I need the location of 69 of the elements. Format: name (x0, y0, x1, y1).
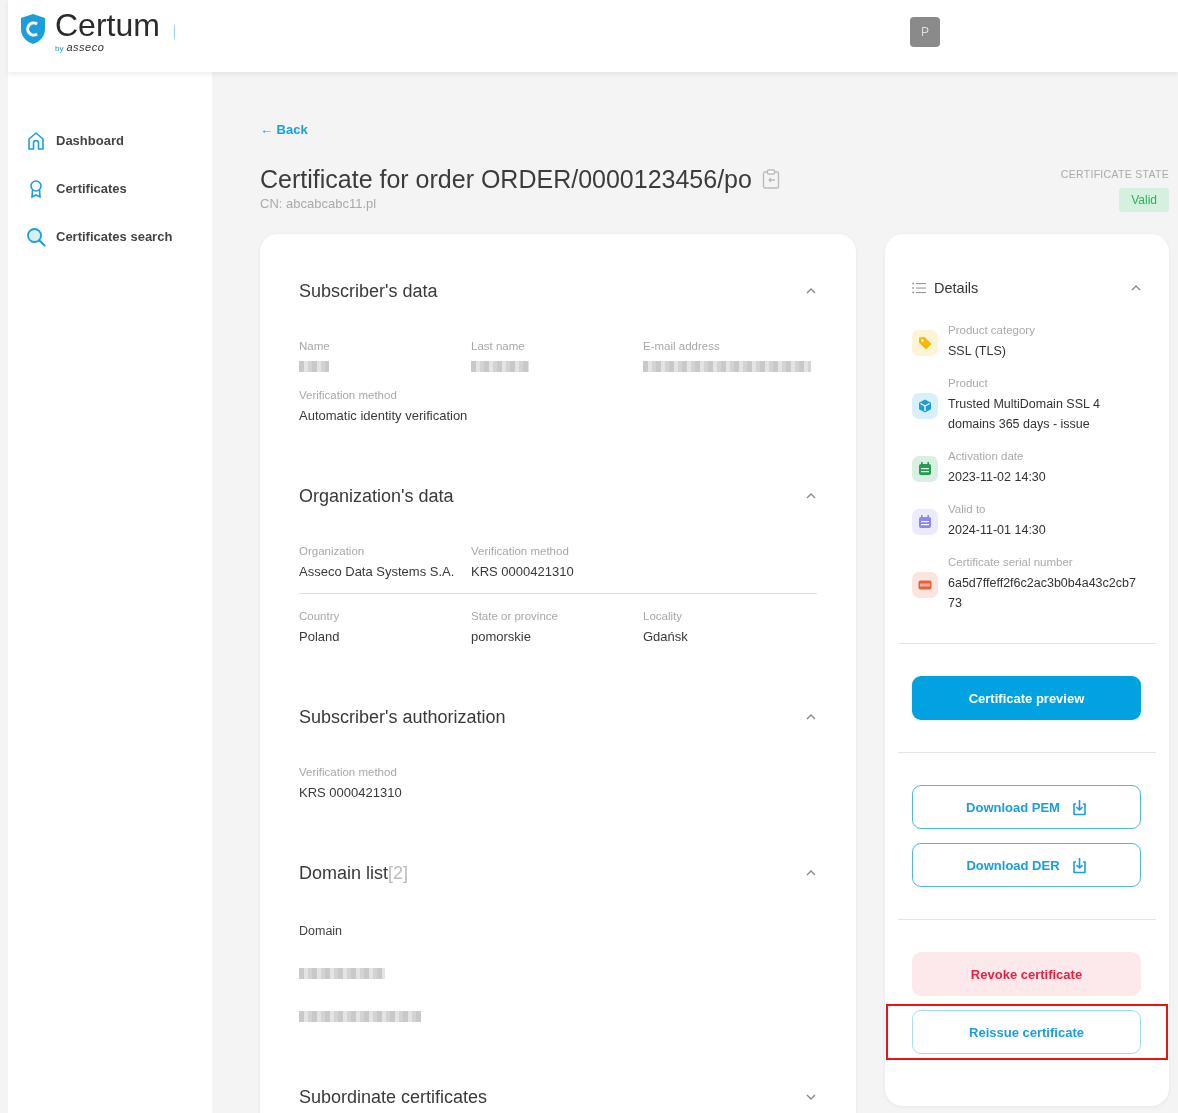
sidebar-item[interactable]: Certificates (8, 178, 212, 200)
page-title: Certificate for order ORDER/0000123456/po (260, 164, 752, 194)
chevron-icon[interactable] (805, 287, 817, 295)
field-label: Country (299, 610, 341, 622)
field-label: Name (299, 340, 331, 352)
chevron-icon[interactable] (805, 492, 817, 500)
detail-value: 2024-11-01 14:30 (948, 522, 1046, 539)
field-label: Verification method (471, 545, 570, 557)
detail-label: Product category (948, 324, 1035, 336)
detail-value: 6a5d7ffeff2f6c2ac3b0b4a43c2cb773 (948, 575, 1137, 612)
sidebar-item[interactable]: Dashboard (8, 130, 212, 152)
calendar-icon (912, 508, 938, 535)
field-label: State or province (471, 610, 559, 622)
action-button[interactable]: Certificate preview (912, 676, 1141, 720)
detail-value: 2023-11-02 14:30 (948, 469, 1046, 486)
detail-value: SSL (TLS) (948, 343, 1007, 360)
detail-label: Valid to (948, 503, 987, 515)
chevron-icon[interactable] (805, 713, 817, 721)
chevron-icon[interactable] (1130, 284, 1142, 292)
calendar-icon (912, 455, 938, 482)
status-badge: Valid (1119, 188, 1169, 212)
detail-value: Trusted MultiDomain SSL 4 domains 365 days - issue (948, 396, 1101, 433)
sidebar-item[interactable]: Certificates search (8, 226, 212, 248)
logo-name: Certum (55, 7, 160, 43)
action-button[interactable]: Reissue certificate (912, 1010, 1141, 1054)
section-title: Subscriber's data (299, 280, 438, 302)
field-label: Verification method (299, 766, 398, 778)
field-value: Asseco Data Systems S.A. (299, 564, 456, 579)
back-link[interactable]: ← Back (260, 122, 308, 137)
detail-label: Activation date (948, 450, 1025, 462)
field-value: pomorskie (471, 629, 532, 644)
serial-icon (912, 571, 938, 598)
download-icon (1071, 856, 1087, 874)
action-button[interactable]: Revoke certificate (912, 952, 1141, 996)
section-title: Subscriber's authorization (299, 706, 506, 728)
tag-icon (912, 329, 938, 356)
home-icon (26, 131, 46, 151)
field-label: Last name (471, 340, 526, 352)
state-label: CERTIFICATE STATE (1060, 168, 1169, 180)
field-value: Gdańsk (643, 629, 689, 644)
action-button[interactable]: Download PEM (912, 785, 1141, 829)
chevron-icon[interactable] (805, 1093, 817, 1101)
logo-by: by (55, 44, 64, 53)
field-value: KRS 0000421310 (299, 785, 403, 800)
copy-icon[interactable] (761, 169, 780, 189)
action-button[interactable]: Download DER (912, 843, 1141, 887)
search-icon (26, 227, 46, 247)
field-label: Locality (643, 610, 683, 622)
field-value: KRS 0000421310 (471, 564, 575, 579)
logo-brand: asseco (66, 41, 105, 53)
section-title: Domain list[2] (299, 862, 409, 884)
chevron-icon[interactable] (805, 869, 817, 877)
field-label: Verification method (299, 389, 398, 401)
avatar[interactable]: P (909, 17, 940, 47)
cube-icon (912, 392, 938, 419)
detail-label: Product (948, 377, 989, 389)
shield-logo-icon (19, 13, 47, 45)
common-name: CN: abcabcabc11.pl (260, 196, 378, 211)
field-value: Poland (299, 629, 341, 644)
section-title: Organization's data (299, 485, 454, 507)
field-label: Organization (299, 545, 366, 557)
section-title: Subordinate certificates (299, 1086, 488, 1108)
field-value: Automatic identity verification (299, 408, 469, 423)
list-icon (912, 282, 926, 294)
panel-title: Details (934, 280, 980, 296)
detail-label: Certificate serial number (948, 556, 1074, 568)
download-icon (1071, 798, 1087, 816)
field-label: E-mail address (643, 340, 721, 352)
column-header: Domain (299, 924, 344, 938)
